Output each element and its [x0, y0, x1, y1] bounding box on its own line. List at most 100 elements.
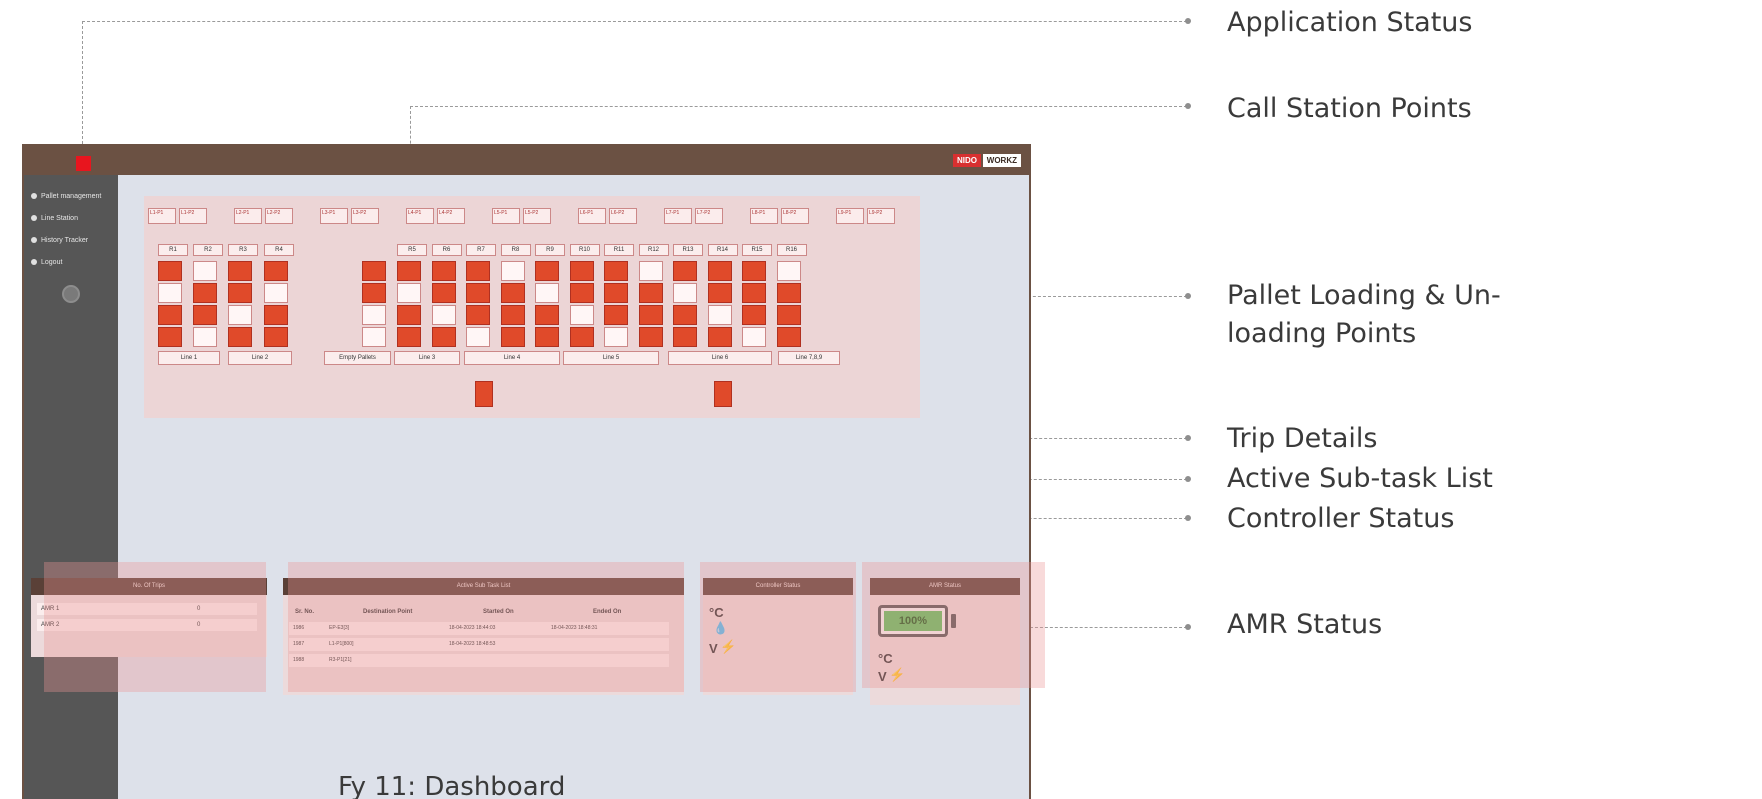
pallet-point[interactable] [431, 283, 456, 303]
pallet-point[interactable] [569, 327, 594, 347]
pallet-point[interactable] [475, 381, 493, 407]
pallet-point[interactable] [158, 305, 182, 325]
dashboard-window: NIDO WORKZ Pallet management Line Statio… [22, 144, 1031, 799]
call-station-point[interactable]: L3-P1 [320, 208, 348, 224]
pallet-point[interactable] [466, 327, 490, 347]
call-station-point[interactable]: L1-P1 [148, 208, 176, 224]
sidebar-item-history-tracker[interactable]: History Tracker [24, 229, 118, 251]
pallet-point[interactable] [604, 261, 628, 281]
pallet-point[interactable] [228, 305, 252, 325]
call-station-point[interactable]: L7-P2 [695, 208, 723, 224]
call-station-point[interactable]: L5-P1 [492, 208, 520, 224]
pallet-point[interactable] [362, 261, 386, 281]
call-station-point[interactable]: L8-P1 [750, 208, 778, 224]
pallet-point[interactable] [466, 305, 490, 325]
pallet-point[interactable] [604, 283, 628, 303]
application-status-indicator [76, 156, 91, 171]
pallet-point[interactable] [638, 261, 663, 281]
call-station-point[interactable]: L6-P1 [578, 208, 606, 224]
pallet-point[interactable] [569, 305, 594, 325]
pallet-point[interactable] [535, 327, 559, 347]
sidebar-item-label: Logout [41, 258, 63, 266]
pallet-point[interactable] [264, 283, 288, 303]
call-station-point[interactable]: L2-P1 [234, 208, 262, 224]
call-station-point[interactable]: L4-P2 [437, 208, 465, 224]
pallet-point[interactable] [500, 261, 525, 281]
pallet-point[interactable] [707, 283, 732, 303]
pallet-point[interactable] [228, 327, 252, 347]
pallet-point[interactable] [500, 283, 525, 303]
pallet-point[interactable] [569, 283, 594, 303]
pallet-point[interactable] [193, 261, 217, 281]
pallet-point[interactable] [535, 283, 559, 303]
pallet-point[interactable] [776, 261, 801, 281]
pallet-point[interactable] [776, 327, 801, 347]
sidebar-item-pallet-management[interactable]: Pallet management [24, 185, 118, 207]
pallet-point[interactable] [397, 327, 421, 347]
pallet-point[interactable] [228, 283, 252, 303]
pallet-point[interactable] [193, 283, 217, 303]
pallet-point[interactable] [362, 327, 386, 347]
pallet-point[interactable] [638, 283, 663, 303]
pallet-point[interactable] [742, 327, 766, 347]
pallet-point[interactable] [742, 305, 766, 325]
sidebar-item-line-station[interactable]: Line Station [24, 207, 118, 229]
call-station-point[interactable]: L7-P1 [664, 208, 692, 224]
sidebar-item-logout[interactable]: Logout [24, 251, 118, 273]
call-station-point[interactable]: L1-P2 [179, 208, 207, 224]
call-station-point[interactable]: L2-P2 [265, 208, 293, 224]
pallet-point[interactable] [569, 261, 594, 281]
pallet-point[interactable] [431, 305, 456, 325]
pallet-point[interactable] [158, 261, 182, 281]
pallet-point[interactable] [158, 283, 182, 303]
pallet-point[interactable] [714, 381, 732, 407]
pallet-point[interactable] [673, 305, 697, 325]
pallet-point[interactable] [638, 327, 663, 347]
call-station-point[interactable]: L8-P2 [781, 208, 809, 224]
call-station-point[interactable]: L3-P2 [351, 208, 379, 224]
pallet-point[interactable] [431, 261, 456, 281]
pallet-point[interactable] [707, 261, 732, 281]
pallet-point[interactable] [397, 261, 421, 281]
pallet-point[interactable] [193, 327, 217, 347]
pallet-point[interactable] [466, 283, 490, 303]
column-header: R2 [193, 244, 223, 256]
pallet-point[interactable] [776, 305, 801, 325]
callout-call-station-points: Call Station Points [1227, 93, 1472, 124]
pallet-point[interactable] [673, 327, 697, 347]
column-header: R12 [638, 244, 669, 256]
pallet-point[interactable] [466, 261, 490, 281]
pallet-point[interactable] [776, 283, 801, 303]
pallet-point[interactable] [673, 261, 697, 281]
pallet-point[interactable] [742, 283, 766, 303]
pallet-point[interactable] [228, 261, 252, 281]
pallet-point[interactable] [362, 283, 386, 303]
pallet-point[interactable] [535, 305, 559, 325]
pallet-point[interactable] [397, 305, 421, 325]
call-station-point[interactable]: L9-P2 [867, 208, 895, 224]
pallet-point[interactable] [500, 327, 525, 347]
pallet-point[interactable] [264, 305, 288, 325]
pallet-point[interactable] [500, 305, 525, 325]
call-station-point[interactable]: L4-P1 [406, 208, 434, 224]
pallet-point[interactable] [604, 327, 628, 347]
pallet-point[interactable] [604, 305, 628, 325]
pallet-point[interactable] [431, 327, 456, 347]
pallet-point[interactable] [158, 327, 182, 347]
user-avatar-button[interactable] [62, 285, 80, 303]
pallet-point[interactable] [707, 305, 732, 325]
pallet-point[interactable] [638, 305, 663, 325]
call-station-point[interactable]: L5-P2 [523, 208, 551, 224]
pallet-point[interactable] [264, 327, 288, 347]
pallet-point[interactable] [264, 261, 288, 281]
call-station-point[interactable]: L9-P1 [836, 208, 864, 224]
pallet-point[interactable] [193, 305, 217, 325]
pallet-point[interactable] [673, 283, 697, 303]
pallet-point[interactable] [707, 327, 732, 347]
column-header: R16 [776, 244, 807, 256]
pallet-point[interactable] [362, 305, 386, 325]
pallet-point[interactable] [742, 261, 766, 281]
pallet-point[interactable] [397, 283, 421, 303]
pallet-point[interactable] [535, 261, 559, 281]
call-station-point[interactable]: L6-P2 [609, 208, 637, 224]
